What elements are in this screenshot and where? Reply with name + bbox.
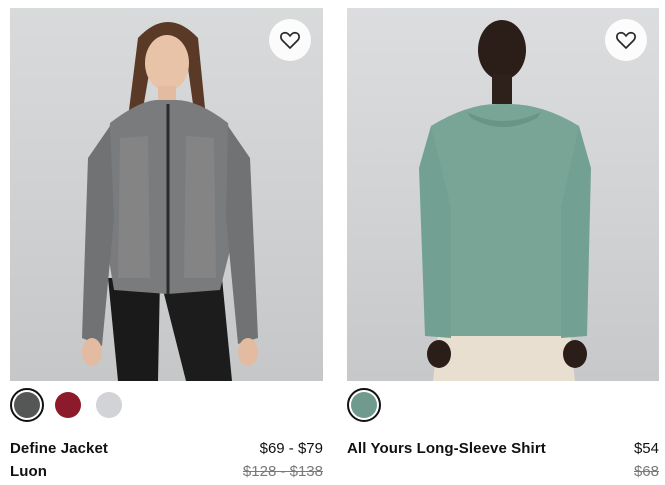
swatch-color: [55, 392, 81, 418]
swatch-sage[interactable]: [347, 388, 381, 422]
swatch-color: [351, 392, 377, 418]
color-swatches: [347, 387, 659, 423]
product-card-define-jacket[interactable]: Define Jacket $69 - $79 Luon $128 - $138: [10, 0, 323, 480]
heart-outline-icon: [616, 31, 636, 49]
product-name-line2[interactable]: Luon: [10, 463, 47, 480]
swatch-heathered-grey[interactable]: [10, 388, 44, 422]
swatch-color: [96, 392, 122, 418]
favorite-button[interactable]: [269, 19, 311, 61]
heart-outline-icon: [280, 31, 300, 49]
original-price: $128 - $138: [242, 463, 323, 480]
favorite-button[interactable]: [605, 19, 647, 61]
product-name[interactable]: All Yours Long-Sleeve Shirt: [347, 440, 546, 457]
product-photo-define-jacket: [82, 22, 258, 381]
product-card-all-yours-shirt[interactable]: All Yours Long-Sleeve Shirt $54 $68: [347, 0, 659, 480]
product-image[interactable]: [10, 8, 323, 381]
product-image[interactable]: [347, 8, 659, 381]
product-price: $54: [633, 440, 659, 457]
color-swatches: [10, 387, 323, 423]
original-price: $68: [633, 463, 659, 480]
swatch-red[interactable]: [51, 388, 85, 422]
product-info: All Yours Long-Sleeve Shirt $54 $68: [347, 440, 659, 480]
product-name[interactable]: Define Jacket: [10, 440, 108, 457]
product-price: $69 - $79: [259, 440, 323, 457]
product-info: Define Jacket $69 - $79 Luon $128 - $138: [10, 440, 323, 480]
swatch-light-grey[interactable]: [92, 388, 126, 422]
swatch-color: [14, 392, 40, 418]
product-photo-all-yours-shirt: [419, 20, 591, 381]
